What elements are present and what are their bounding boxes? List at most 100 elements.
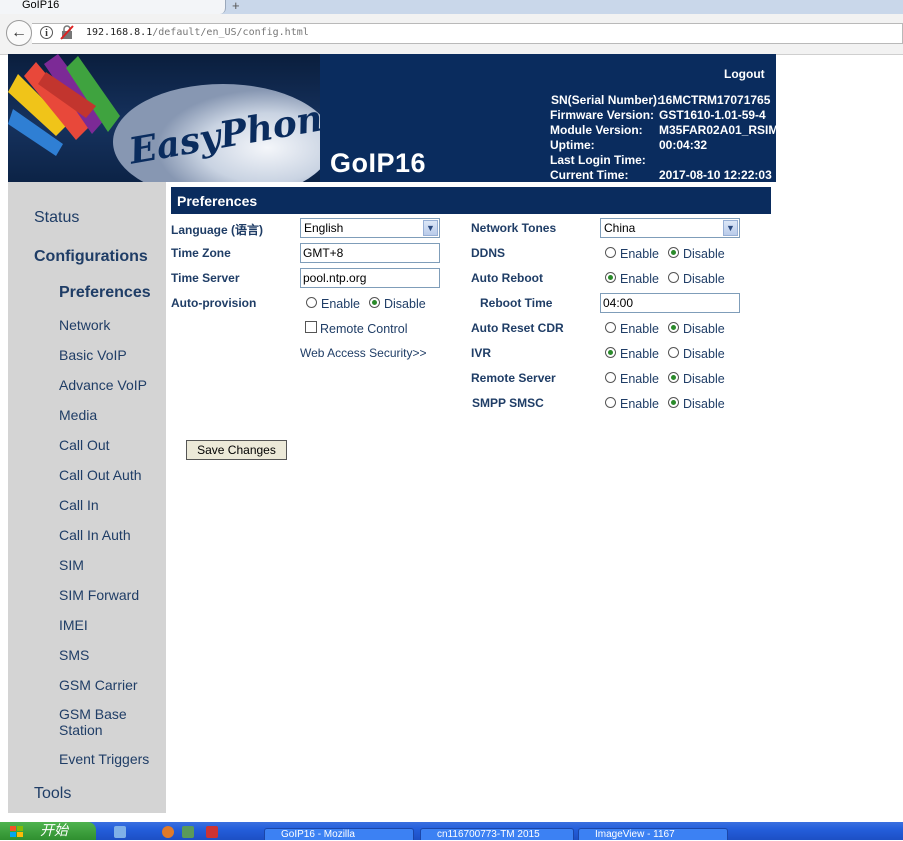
web-access-security-link[interactable]: Web Access Security>> (300, 346, 427, 360)
sidebar-item-media[interactable]: Media (59, 407, 97, 423)
remote-server-disable-radio[interactable] (668, 372, 679, 383)
sidebar-item-imei[interactable]: IMEI (59, 617, 88, 633)
sidebar-item-call-in[interactable]: Call In (59, 497, 99, 513)
info-label-last-login: Last Login Time: (550, 153, 646, 167)
network-tones-select[interactable]: China ▼ (600, 218, 740, 238)
sidebar-item-event-triggers[interactable]: Event Triggers (59, 751, 149, 767)
new-tab-icon[interactable]: + (232, 0, 246, 13)
arrow-left-icon: ← (11, 24, 27, 41)
ddns-disable-label: Disable (683, 247, 725, 261)
time-server-label: Time Server (171, 271, 240, 285)
sidebar-item-preferences[interactable]: Preferences (59, 284, 151, 302)
start-label: 开始 (40, 823, 68, 839)
time-server-input[interactable]: pool.ntp.org (300, 268, 440, 288)
remote-server-enable-radio[interactable] (605, 372, 616, 383)
sidebar-item-call-out[interactable]: Call Out (59, 437, 110, 453)
url-text: 192.168.8.1/default/en_US/config.html (86, 27, 309, 38)
sidebar-item-sim[interactable]: SIM (59, 557, 84, 573)
browser-tab[interactable]: GoIP16 (0, 0, 226, 14)
auto-provision-disable-label: Disable (384, 297, 426, 311)
ivr-disable-radio[interactable] (668, 347, 679, 358)
language-label: Language (语言) (171, 223, 263, 237)
info-value-current-time: 2017-08-10 12:22:03 (659, 168, 772, 182)
ivr-enable-label: Enable (620, 347, 659, 361)
auto-reset-cdr-enable-radio[interactable] (605, 322, 616, 333)
sidebar-item-advance-voip[interactable]: Advance VoIP (59, 377, 147, 393)
product-name: GoIP16 (330, 148, 427, 178)
smpp-smsc-disable-label: Disable (683, 397, 725, 411)
url-host: 192.168.8.1 (86, 27, 153, 38)
sidebar-item-tools[interactable]: Tools (34, 785, 71, 803)
sidebar-item-gsm-carrier[interactable]: GSM Carrier (59, 677, 138, 693)
auto-reset-cdr-disable-radio[interactable] (668, 322, 679, 333)
browser-tab-title: GoIP16 (22, 0, 60, 11)
ivr-disable-label: Disable (683, 347, 725, 361)
network-tones-value: China (604, 221, 636, 235)
reboot-time-input[interactable]: 04:00 (600, 293, 740, 313)
quicklaunch-icon[interactable] (182, 826, 194, 838)
time-zone-label: Time Zone (171, 246, 231, 260)
quicklaunch-icon[interactable] (206, 826, 218, 838)
auto-reboot-enable-radio[interactable] (605, 272, 616, 283)
taskbar-item-imageview[interactable]: ImageView - 1167 (578, 828, 728, 840)
ivr-enable-radio[interactable] (605, 347, 616, 358)
network-tones-label: Network Tones (471, 221, 557, 235)
easyphone-logo: EasyPhone (8, 54, 320, 182)
insecure-lock-icon[interactable] (60, 25, 74, 40)
info-label-firmware: Firmware Version: (550, 108, 655, 122)
ddns-label: DDNS (471, 246, 506, 260)
auto-reboot-disable-label: Disable (683, 272, 725, 286)
sidebar-item-basic-voip[interactable]: Basic VoIP (59, 347, 127, 363)
time-zone-input[interactable]: GMT+8 (300, 243, 440, 263)
save-changes-button[interactable]: Save Changes (186, 440, 287, 460)
auto-reset-cdr-label: Auto Reset CDR (471, 321, 564, 335)
url-path: /default/en_US/config.html (152, 27, 309, 38)
ddns-disable-radio[interactable] (668, 247, 679, 258)
remote-server-label: Remote Server (471, 371, 556, 385)
smpp-smsc-enable-radio[interactable] (605, 397, 616, 408)
smpp-smsc-enable-label: Enable (620, 397, 659, 411)
quicklaunch-icon[interactable] (114, 826, 126, 838)
auto-reboot-label: Auto Reboot (471, 271, 543, 285)
sidebar-item-network[interactable]: Network (59, 317, 110, 333)
auto-reset-cdr-disable-label: Disable (683, 322, 725, 336)
auto-provision-enable-radio[interactable] (306, 297, 317, 308)
back-button[interactable]: ← (6, 20, 32, 46)
sidebar-item-call-in-auth[interactable]: Call In Auth (59, 527, 131, 543)
sidebar-item-status[interactable]: Status (34, 209, 79, 227)
info-value-uptime: 00:04:32 (659, 138, 708, 152)
chevron-down-icon: ▼ (423, 220, 438, 236)
language-select[interactable]: English ▼ (300, 218, 440, 238)
remote-control-label: Remote Control (320, 322, 408, 336)
sidebar-item-call-out-auth[interactable]: Call Out Auth (59, 467, 142, 483)
taskbar-item-firefox[interactable]: GoIP16 - Mozilla (264, 828, 414, 840)
language-value: English (304, 221, 344, 235)
ddns-enable-radio[interactable] (605, 247, 616, 258)
info-value-sn: 16MCTRM17071765 (659, 93, 771, 107)
sidebar-item-sim-forward[interactable]: SIM Forward (59, 587, 139, 603)
firefox-icon[interactable] (162, 826, 174, 838)
auto-reboot-enable-label: Enable (620, 272, 659, 286)
remote-control-checkbox[interactable] (305, 321, 317, 333)
remote-server-enable-label: Enable (620, 372, 659, 386)
auto-reboot-disable-radio[interactable] (668, 272, 679, 283)
logout-link[interactable]: Logout (724, 67, 765, 81)
taskbar-item-document[interactable]: cn116700773-TM 2015 (420, 828, 574, 840)
auto-provision-enable-label: Enable (321, 297, 360, 311)
sidebar-item-sms[interactable]: SMS (59, 647, 89, 663)
ddns-enable-label: Enable (620, 247, 659, 261)
smpp-smsc-disable-radio[interactable] (668, 397, 679, 408)
chevron-down-icon: ▼ (723, 220, 738, 236)
info-label-sn: SN(Serial Number): (551, 93, 662, 107)
smpp-smsc-label: SMPP SMSC (472, 396, 544, 410)
auto-provision-disable-radio[interactable] (369, 297, 380, 308)
auto-reset-cdr-enable-label: Enable (620, 322, 659, 336)
info-value-module: M35FAR02A01_RSIM (659, 123, 776, 137)
windows-logo-icon (10, 826, 24, 838)
sidebar-item-gsm-base-station[interactable]: GSM Base Station (59, 706, 149, 738)
remote-server-disable-label: Disable (683, 372, 725, 386)
info-icon[interactable]: i (40, 26, 53, 39)
sidebar-item-configurations[interactable]: Configurations (34, 248, 148, 266)
section-header-bar (171, 187, 771, 214)
info-label-module: Module Version: (550, 123, 643, 137)
